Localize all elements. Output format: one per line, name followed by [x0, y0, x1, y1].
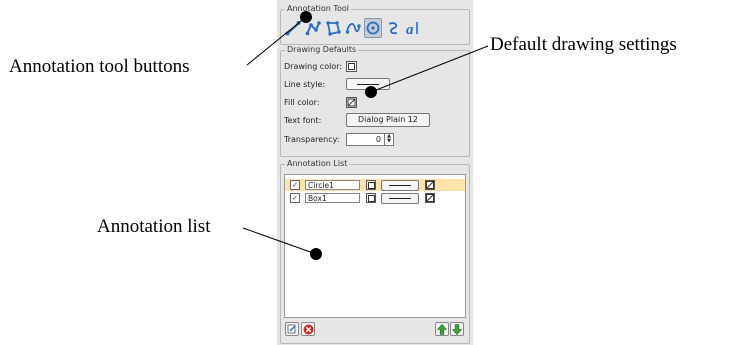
annotation-name-field[interactable]: Circle1: [305, 180, 360, 190]
callout-annotation-list: Annotation list: [97, 216, 211, 237]
text-font-row: Text font: Dialog Plain 12: [284, 113, 430, 127]
visibility-checkbox[interactable]: ✓: [290, 180, 300, 190]
freehand-tool-button[interactable]: [384, 18, 402, 38]
no-fill-icon: [426, 181, 434, 189]
delete-icon: [303, 324, 313, 334]
polygon-tool-icon: [326, 21, 341, 36]
row-line-style-button[interactable]: [381, 179, 419, 191]
fill-color-button[interactable]: [346, 96, 357, 108]
fill-color-label: Fill color:: [284, 97, 320, 107]
delete-annotation-button[interactable]: [301, 322, 315, 336]
ellipse-tool-icon: [366, 21, 380, 35]
row-line-style-button[interactable]: [381, 192, 419, 204]
line-style-icon: [389, 184, 411, 186]
row-fill-button[interactable]: [425, 193, 435, 203]
text-font-label: Text font:: [284, 115, 322, 125]
drawing-color-row: Drawing color:: [284, 59, 357, 73]
callout-annotation-tool-buttons: Annotation tool buttons: [9, 56, 190, 77]
text-tool-button[interactable]: a: [404, 18, 422, 38]
text-font-button[interactable]: Dialog Plain 12: [346, 113, 430, 127]
line-tool-icon: [285, 21, 301, 36]
polyline-tool-button[interactable]: [304, 18, 322, 38]
annotation-tool-title: Annotation Tool: [285, 4, 351, 14]
list-item[interactable]: ✓ Box1: [285, 192, 465, 204]
drawing-defaults-title: Drawing Defaults: [285, 45, 359, 55]
edit-icon: [287, 324, 296, 334]
line-tool-button[interactable]: [284, 18, 302, 38]
drawing-color-button[interactable]: [346, 60, 357, 72]
annotation-list[interactable]: ✓ Circle1 ✓ Box1: [284, 174, 466, 318]
arrow-down-icon: [452, 323, 462, 335]
color-swatch-icon: [367, 194, 375, 202]
fill-color-row: Fill color:: [284, 95, 357, 109]
row-fill-button[interactable]: [425, 180, 435, 190]
annotation-toolbar: a: [284, 18, 422, 38]
no-fill-icon: [426, 194, 434, 202]
polyline-tool-icon: [305, 21, 321, 36]
arrow-up-icon: [437, 323, 447, 335]
annotation-tool-group: Annotation Tool a: [280, 4, 470, 45]
row-color-button[interactable]: [366, 193, 376, 203]
line-style-icon: [357, 83, 379, 85]
transparency-value[interactable]: 0: [347, 134, 384, 145]
path-tool-button[interactable]: [344, 18, 362, 38]
freehand-tool-icon: [388, 22, 398, 35]
transparency-row: Transparency: 0 ▲ ▼: [284, 132, 394, 146]
callout-default-drawing-settings: Default drawing settings: [490, 34, 677, 55]
annotation-list-title: Annotation List: [285, 159, 350, 169]
line-style-button[interactable]: [346, 78, 390, 90]
color-swatch-icon: [348, 62, 355, 70]
annotation-name-field[interactable]: Box1: [305, 193, 360, 203]
annotation-list-group: Annotation List ✓ Circle1 ✓ Box1: [280, 159, 470, 344]
spinner-down-icon[interactable]: ▼: [385, 139, 393, 145]
drawing-color-label: Drawing color:: [284, 61, 343, 71]
spinner-arrows: ▲ ▼: [384, 133, 393, 145]
drawing-defaults-group: Drawing Defaults Drawing color: Line sty…: [280, 45, 470, 157]
edit-annotation-button[interactable]: [285, 322, 299, 336]
transparency-spinner[interactable]: 0 ▲ ▼: [346, 132, 394, 146]
line-style-row: Line style:: [284, 77, 390, 91]
move-down-button[interactable]: [450, 322, 464, 336]
visibility-checkbox[interactable]: ✓: [290, 193, 300, 203]
polygon-tool-button[interactable]: [324, 18, 342, 38]
color-swatch-icon: [367, 181, 375, 189]
text-tool-icon: a: [406, 22, 418, 36]
move-up-button[interactable]: [435, 322, 449, 336]
line-style-label: Line style:: [284, 79, 326, 89]
no-fill-icon: [347, 98, 356, 106]
svg-text:a: a: [406, 22, 414, 36]
list-item[interactable]: ✓ Circle1: [285, 179, 465, 191]
path-tool-icon: [345, 23, 361, 34]
transparency-label: Transparency:: [284, 134, 340, 144]
row-color-button[interactable]: [366, 180, 376, 190]
ellipse-tool-button[interactable]: [364, 18, 382, 38]
annotation-panel: Annotation Tool a Drawing Defaults Drawi…: [277, 0, 473, 345]
line-style-icon: [389, 197, 411, 199]
